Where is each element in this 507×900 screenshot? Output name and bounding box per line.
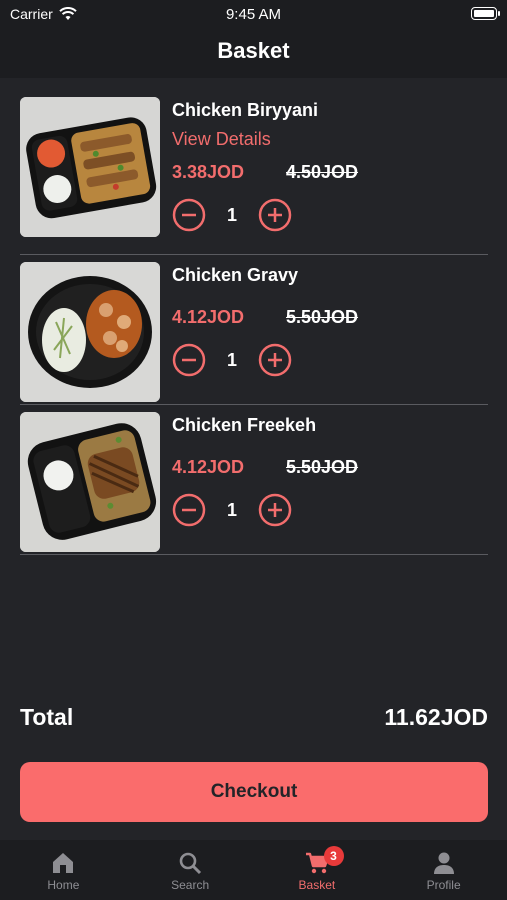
total-label: Total <box>20 704 74 730</box>
basket-list: Chicken Biryyani View Details 3.38JOD 4.… <box>20 90 488 555</box>
quantity-value: 1 <box>226 349 237 370</box>
discounted-price: 4.12JOD <box>172 307 245 327</box>
discounted-price: 4.12JOD <box>172 457 245 477</box>
discounted-price: 3.38JOD <box>172 162 245 182</box>
tab-label: Basket <box>298 878 336 892</box>
person-icon <box>433 852 454 874</box>
decrease-quantity-button[interactable] <box>172 493 206 527</box>
header: Basket <box>0 28 507 78</box>
page-title: Basket <box>217 38 290 63</box>
tab-label: Profile <box>426 878 461 892</box>
tab-home[interactable]: Home <box>0 840 127 900</box>
search-icon <box>179 852 202 875</box>
quantity-value: 1 <box>226 499 237 520</box>
basket-item: Chicken Biryyani View Details 3.38JOD 4.… <box>20 90 488 255</box>
quantity-stepper: 1 <box>172 198 292 232</box>
original-price: 4.50JOD <box>286 162 359 182</box>
price-row: 3.38JOD 4.50JOD <box>172 162 358 183</box>
original-price: 5.50JOD <box>286 307 359 327</box>
tab-bar: Home Search 3 Basket Profile <box>0 840 507 900</box>
item-name: Chicken Freekeh <box>172 415 317 435</box>
increase-quantity-button[interactable] <box>258 343 292 377</box>
checkout-button[interactable]: Checkout <box>20 762 488 822</box>
decrease-quantity-button[interactable] <box>172 343 206 377</box>
item-name: Chicken Biryyani <box>172 100 319 120</box>
item-image <box>20 97 160 237</box>
item-image <box>20 262 160 402</box>
tab-basket[interactable]: 3 Basket <box>254 840 381 900</box>
item-image <box>20 412 160 552</box>
increase-quantity-button[interactable] <box>258 198 292 232</box>
total-row: Total 11.62JOD <box>20 704 488 731</box>
item-name: Chicken Gravy <box>172 265 299 285</box>
tab-label: Home <box>47 878 80 892</box>
total-value: 11.62JOD <box>384 704 488 730</box>
view-details-link[interactable]: View Details <box>172 129 271 150</box>
quantity-stepper: 1 <box>172 343 292 377</box>
battery-icon <box>471 7 500 20</box>
home-icon <box>53 853 74 873</box>
price-row: 4.12JOD 5.50JOD <box>172 307 358 328</box>
increase-quantity-button[interactable] <box>258 493 292 527</box>
quantity-value: 1 <box>226 204 237 225</box>
quantity-stepper: 1 <box>172 493 292 527</box>
tab-search[interactable]: Search <box>127 840 254 900</box>
status-time: 9:45 AM <box>225 6 282 23</box>
basket-item: Chicken Gravy 4.12JOD 5.50JOD 1 <box>20 255 488 405</box>
decrease-quantity-button[interactable] <box>172 198 206 232</box>
basket-item: Chicken Freekeh 4.12JOD 5.50JOD 1 <box>20 405 488 555</box>
original-price: 5.50JOD <box>286 457 359 477</box>
cart-count-badge: 3 <box>323 846 344 866</box>
tab-profile[interactable]: Profile <box>380 840 507 900</box>
status-bar: Carrier 9:45 AM <box>0 0 507 28</box>
tab-label: Search <box>171 878 210 892</box>
price-row: 4.12JOD 5.50JOD <box>172 457 358 478</box>
